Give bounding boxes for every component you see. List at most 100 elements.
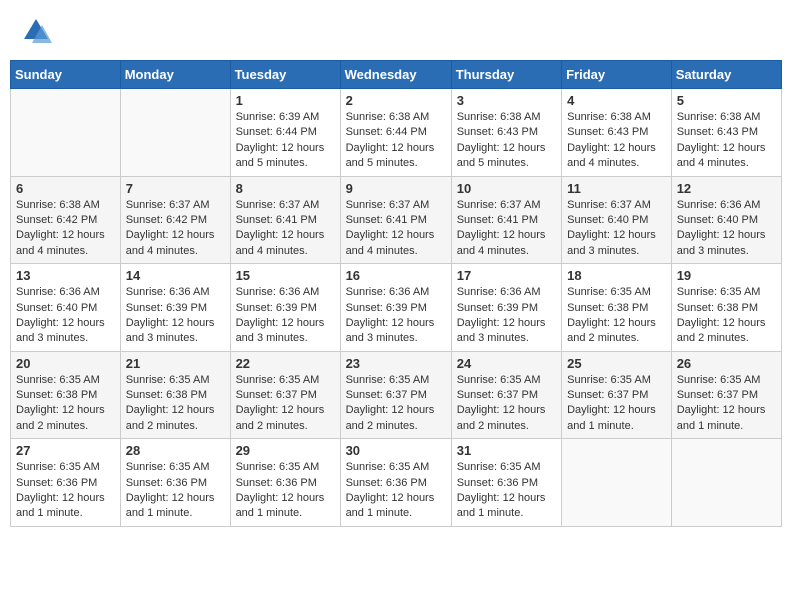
day-info: Sunrise: 6:35 AMSunset: 6:38 PMDaylight:… <box>16 373 115 435</box>
day-number: 21 <box>126 356 225 371</box>
weekday-header-thursday: Thursday <box>451 61 561 89</box>
day-info: Sunrise: 6:36 AMSunset: 6:39 PMDaylight:… <box>126 285 225 347</box>
day-number: 29 <box>236 443 335 458</box>
day-info: Sunrise: 6:36 AMSunset: 6:40 PMDaylight:… <box>16 285 115 347</box>
day-number: 1 <box>236 93 335 108</box>
weekday-header-sunday: Sunday <box>11 61 121 89</box>
weekday-header-friday: Friday <box>562 61 672 89</box>
day-info: Sunrise: 6:37 AMSunset: 6:41 PMDaylight:… <box>457 198 556 260</box>
day-info: Sunrise: 6:35 AMSunset: 6:37 PMDaylight:… <box>457 373 556 435</box>
day-info: Sunrise: 6:38 AMSunset: 6:43 PMDaylight:… <box>567 110 666 172</box>
day-info: Sunrise: 6:38 AMSunset: 6:43 PMDaylight:… <box>677 110 776 172</box>
day-number: 24 <box>457 356 556 371</box>
logo-icon <box>20 15 52 47</box>
calendar-cell: 11 Sunrise: 6:37 AMSunset: 6:40 PMDayligh… <box>562 176 672 264</box>
calendar-week-4: 20 Sunrise: 6:35 AMSunset: 6:38 PMDayligh… <box>11 351 782 439</box>
calendar-cell <box>120 89 230 177</box>
calendar-cell <box>671 439 781 527</box>
day-info: Sunrise: 6:36 AMSunset: 6:39 PMDaylight:… <box>457 285 556 347</box>
calendar-cell: 7 Sunrise: 6:37 AMSunset: 6:42 PMDaylight… <box>120 176 230 264</box>
calendar-cell: 14 Sunrise: 6:36 AMSunset: 6:39 PMDayligh… <box>120 264 230 352</box>
day-info: Sunrise: 6:37 AMSunset: 6:40 PMDaylight:… <box>567 198 666 260</box>
calendar-cell: 10Sunrise: 6:37 AMSunset: 6:41 PMDayligh… <box>451 176 561 264</box>
calendar-week-1: 1 Sunrise: 6:39 AMSunset: 6:44 PMDaylight… <box>11 89 782 177</box>
day-info: Sunrise: 6:38 AMSunset: 6:44 PMDaylight:… <box>346 110 446 172</box>
day-number: 28 <box>126 443 225 458</box>
calendar-cell: 16Sunrise: 6:36 AMSunset: 6:39 PMDayligh… <box>340 264 451 352</box>
day-info: Sunrise: 6:35 AMSunset: 6:38 PMDaylight:… <box>567 285 666 347</box>
calendar-cell: 17 Sunrise: 6:36 AMSunset: 6:39 PMDayligh… <box>451 264 561 352</box>
weekday-header-wednesday: Wednesday <box>340 61 451 89</box>
calendar-cell: 4 Sunrise: 6:38 AMSunset: 6:43 PMDaylight… <box>562 89 672 177</box>
day-info: Sunrise: 6:37 AMSunset: 6:41 PMDaylight:… <box>236 198 335 260</box>
day-info: Sunrise: 6:35 AMSunset: 6:38 PMDaylight:… <box>677 285 776 347</box>
weekday-header-tuesday: Tuesday <box>230 61 340 89</box>
calendar-cell: 31 Sunrise: 6:35 AMSunset: 6:36 PMDayligh… <box>451 439 561 527</box>
calendar-cell: 23 Sunrise: 6:35 AMSunset: 6:37 PMDayligh… <box>340 351 451 439</box>
day-number: 5 <box>677 93 776 108</box>
day-number: 19 <box>677 268 776 283</box>
day-number: 4 <box>567 93 666 108</box>
calendar-cell: 26Sunrise: 6:35 AMSunset: 6:37 PMDayligh… <box>671 351 781 439</box>
calendar-cell: 8 Sunrise: 6:37 AMSunset: 6:41 PMDaylight… <box>230 176 340 264</box>
calendar-cell: 29 Sunrise: 6:35 AMSunset: 6:36 PMDayligh… <box>230 439 340 527</box>
day-number: 15 <box>236 268 335 283</box>
calendar-cell: 15 Sunrise: 6:36 AMSunset: 6:39 PMDayligh… <box>230 264 340 352</box>
day-number: 20 <box>16 356 115 371</box>
day-number: 13 <box>16 268 115 283</box>
day-number: 12 <box>677 181 776 196</box>
day-number: 30 <box>346 443 446 458</box>
day-info: Sunrise: 6:36 AMSunset: 6:39 PMDaylight:… <box>346 285 446 347</box>
day-number: 22 <box>236 356 335 371</box>
page-header <box>10 10 782 52</box>
day-number: 6 <box>16 181 115 196</box>
day-number: 3 <box>457 93 556 108</box>
calendar-cell: 28 Sunrise: 6:35 AMSunset: 6:36 PMDayligh… <box>120 439 230 527</box>
calendar-cell: 6 Sunrise: 6:38 AMSunset: 6:42 PMDaylight… <box>11 176 121 264</box>
day-number: 14 <box>126 268 225 283</box>
calendar-cell: 24 Sunrise: 6:35 AMSunset: 6:37 PMDayligh… <box>451 351 561 439</box>
day-info: Sunrise: 6:35 AMSunset: 6:36 PMDaylight:… <box>457 460 556 522</box>
calendar-cell: 27Sunrise: 6:35 AMSunset: 6:36 PMDayligh… <box>11 439 121 527</box>
day-number: 31 <box>457 443 556 458</box>
day-number: 11 <box>567 181 666 196</box>
calendar-cell: 3Sunrise: 6:38 AMSunset: 6:43 PMDaylight… <box>451 89 561 177</box>
day-number: 25 <box>567 356 666 371</box>
calendar-cell <box>562 439 672 527</box>
day-info: Sunrise: 6:35 AMSunset: 6:37 PMDaylight:… <box>236 373 335 435</box>
calendar-cell: 18Sunrise: 6:35 AMSunset: 6:38 PMDayligh… <box>562 264 672 352</box>
day-number: 7 <box>126 181 225 196</box>
day-info: Sunrise: 6:35 AMSunset: 6:36 PMDaylight:… <box>346 460 446 522</box>
calendar-week-5: 27 Sunrise: 6:35 AMSunset: 6:36 PMDayligh… <box>11 439 782 527</box>
day-info: Sunrise: 6:35 AMSunset: 6:38 PMDaylight:… <box>126 373 225 435</box>
calendar-week-2: 6 Sunrise: 6:38 AMSunset: 6:42 PMDaylight… <box>11 176 782 264</box>
calendar-cell: 21 Sunrise: 6:35 AMSunset: 6:38 PMDayligh… <box>120 351 230 439</box>
day-info: Sunrise: 6:35 AMSunset: 6:37 PMDaylight:… <box>567 373 666 435</box>
calendar-cell: 25 Sunrise: 6:35 AMSunset: 6:37 PMDayligh… <box>562 351 672 439</box>
day-number: 27 <box>16 443 115 458</box>
day-info: Sunrise: 6:38 AMSunset: 6:42 PMDaylight:… <box>16 198 115 260</box>
day-number: 17 <box>457 268 556 283</box>
weekday-header-monday: Monday <box>120 61 230 89</box>
day-number: 8 <box>236 181 335 196</box>
weekday-header-saturday: Saturday <box>671 61 781 89</box>
calendar-cell: 13 Sunrise: 6:36 AMSunset: 6:40 PMDayligh… <box>11 264 121 352</box>
calendar-cell: 9Sunrise: 6:37 AMSunset: 6:41 PMDaylight… <box>340 176 451 264</box>
day-info: Sunrise: 6:35 AMSunset: 6:36 PMDaylight:… <box>126 460 225 522</box>
day-info: Sunrise: 6:37 AMSunset: 6:42 PMDaylight:… <box>126 198 225 260</box>
calendar-cell: 1 Sunrise: 6:39 AMSunset: 6:44 PMDaylight… <box>230 89 340 177</box>
day-info: Sunrise: 6:39 AMSunset: 6:44 PMDaylight:… <box>236 110 335 172</box>
day-info: Sunrise: 6:35 AMSunset: 6:36 PMDaylight:… <box>236 460 335 522</box>
day-number: 23 <box>346 356 446 371</box>
calendar-cell: 19 Sunrise: 6:35 AMSunset: 6:38 PMDayligh… <box>671 264 781 352</box>
day-info: Sunrise: 6:35 AMSunset: 6:37 PMDaylight:… <box>346 373 446 435</box>
day-info: Sunrise: 6:35 AMSunset: 6:37 PMDaylight:… <box>677 373 776 435</box>
day-number: 2 <box>346 93 446 108</box>
calendar-cell: 20 Sunrise: 6:35 AMSunset: 6:38 PMDayligh… <box>11 351 121 439</box>
calendar-cell: 12Sunrise: 6:36 AMSunset: 6:40 PMDayligh… <box>671 176 781 264</box>
calendar-cell: 30 Sunrise: 6:35 AMSunset: 6:36 PMDayligh… <box>340 439 451 527</box>
day-info: Sunrise: 6:37 AMSunset: 6:41 PMDaylight:… <box>346 198 446 260</box>
calendar-cell: 5 Sunrise: 6:38 AMSunset: 6:43 PMDaylight… <box>671 89 781 177</box>
calendar-table: SundayMondayTuesdayWednesdayThursdayFrid… <box>10 60 782 527</box>
day-info: Sunrise: 6:36 AMSunset: 6:39 PMDaylight:… <box>236 285 335 347</box>
